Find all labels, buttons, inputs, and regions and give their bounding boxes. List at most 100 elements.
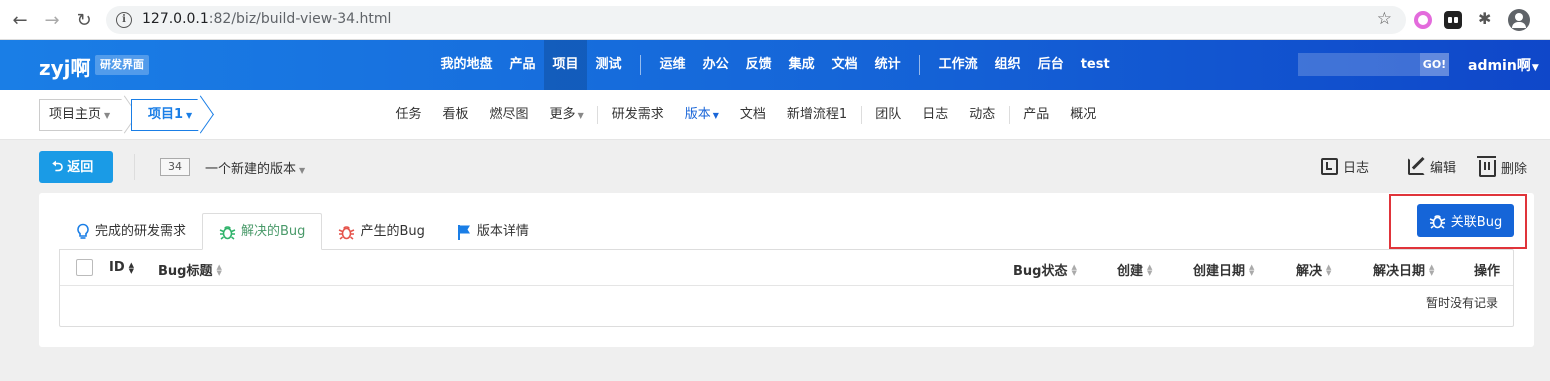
subnav-label: 新增流程1	[786, 107, 848, 122]
col-actions: 操作	[1474, 260, 1500, 279]
main-nav-item[interactable]: 组织	[986, 40, 1029, 90]
col-label: Bug状态	[1013, 264, 1068, 279]
subnav-item[interactable]: 概况	[1060, 90, 1107, 140]
breadcrumb-label: 项目主页	[49, 107, 102, 122]
subnav-item[interactable]: 团队	[865, 90, 912, 140]
bookmark-star-icon[interactable]: ☆	[1377, 9, 1392, 29]
header-search-input[interactable]	[1298, 53, 1420, 76]
subnav-label: 看板	[442, 107, 469, 122]
extension-circle-icon[interactable]	[1414, 11, 1432, 29]
subnav-item[interactable]: 任务	[385, 90, 432, 140]
col-bug-status[interactable]: Bug状态 ▲ ▼	[1013, 260, 1077, 279]
subnav-item[interactable]: 更多 ▼	[539, 90, 594, 141]
sort-icon: ▲ ▼	[1071, 262, 1077, 277]
main-nav-item[interactable]: 测试	[587, 40, 630, 90]
tab-label: 产生的Bug	[360, 224, 425, 239]
caret-down-icon: ▼	[299, 166, 306, 175]
highlight-box	[1389, 194, 1527, 249]
breadcrumb-project[interactable]: 项目1 ▼	[131, 99, 201, 131]
info-icon[interactable]: i	[116, 12, 132, 28]
subnav-label: 更多	[549, 106, 576, 122]
subnav-item[interactable]: 看板	[432, 90, 479, 140]
tab-version-details[interactable]: 版本详情	[441, 213, 545, 250]
col-label: 创建日期	[1193, 264, 1246, 279]
main-nav-item[interactable]: 办公	[694, 40, 737, 90]
tab-label: 解决的Bug	[241, 224, 306, 239]
back-button[interactable]: ⮌ 返回	[39, 151, 113, 183]
subnav-label: 产品	[1023, 107, 1050, 122]
version-selector[interactable]: 一个新建的版本 ▼	[205, 158, 305, 177]
subnav-item[interactable]: 文档	[729, 90, 776, 140]
col-label: Bug标题	[158, 264, 213, 279]
url-host: 127.0.0.1	[142, 11, 209, 27]
main-nav-item[interactable]: test	[1072, 40, 1118, 90]
sort-icon: ▲ ▼	[1147, 262, 1153, 277]
subnav-label: 任务	[395, 107, 422, 122]
subnav-label: 文档	[739, 107, 766, 122]
col-resolved-date[interactable]: 解决日期 ▲ ▼	[1373, 260, 1434, 279]
delete-label: 删除	[1501, 161, 1528, 177]
col-label: 创建	[1117, 264, 1144, 279]
tab-created-bugs[interactable]: 产生的Bug	[322, 213, 440, 250]
user-menu[interactable]: admin啊▼	[1468, 55, 1539, 75]
subnav-item[interactable]: 动态	[959, 90, 1006, 140]
sort-icon: ▲ ▼	[1326, 262, 1332, 277]
reload-icon[interactable]: ↻	[72, 8, 96, 32]
col-created-by[interactable]: 创建 ▲ ▼	[1117, 260, 1152, 279]
user-name: admin啊	[1468, 58, 1531, 74]
main-nav-item[interactable]: 工作流	[930, 40, 986, 90]
col-created-date[interactable]: 创建日期 ▲ ▼	[1193, 260, 1254, 279]
main-nav-item[interactable]: 我的地盘	[432, 40, 501, 90]
main-nav-item[interactable]: 统计	[866, 40, 909, 90]
main-nav-item[interactable]: 反馈	[737, 40, 780, 90]
sub-nav-bar: 项目主页 ▼ 项目1 ▼ 任务 看板 燃尽图 更多 ▼ 研发需求 版本 ▼ 文档 新增流程1 团队 日志动…	[0, 90, 1550, 140]
log-icon	[1321, 158, 1338, 175]
extension-dark-icon[interactable]	[1444, 11, 1462, 29]
extensions-puzzle-icon[interactable]: ✱	[1478, 9, 1498, 29]
subnav-label: 动态	[969, 107, 996, 122]
header-search-go-button[interactable]: GO!	[1420, 53, 1449, 76]
divider	[134, 154, 135, 180]
col-id[interactable]: ID ▲ ▼	[109, 260, 134, 275]
subnav-item[interactable]: 新增流程1	[776, 90, 857, 140]
subnav-item[interactable]: 版本 ▼	[674, 90, 729, 141]
tab-completed-stories[interactable]: 完成的研发需求	[60, 213, 202, 250]
tab-resolved-bugs[interactable]: 解决的Bug	[202, 213, 323, 250]
main-nav-item[interactable]: 后台	[1029, 40, 1072, 90]
address-bar[interactable]: i 127.0.0.1:82/biz/build-view-34.html ☆	[106, 6, 1406, 34]
log-button[interactable]: 日志	[1321, 157, 1369, 176]
app-header: zyj啊 研发界面 我的地盘 产品 项目 测试 运维 办公 反馈 集成 文档 统计 工作流 组织 后台 t…	[0, 40, 1550, 90]
subnav-label: 版本	[684, 106, 711, 122]
edit-button[interactable]: 编辑	[1408, 157, 1456, 176]
col-resolved-by[interactable]: 解决 ▲ ▼	[1296, 260, 1331, 279]
main-nav-item[interactable]: 文档	[823, 40, 866, 90]
select-all-checkbox[interactable]	[76, 259, 93, 276]
subnav-label: 日志	[922, 107, 949, 122]
col-bug-title[interactable]: Bug标题 ▲ ▼	[158, 260, 222, 279]
breadcrumb-project-home[interactable]: 项目主页 ▼	[39, 99, 125, 131]
profile-avatar-icon[interactable]	[1508, 9, 1530, 31]
forward-arrow-icon[interactable]: →	[40, 8, 64, 32]
brand-name[interactable]: zyj啊	[39, 52, 91, 81]
main-nav-item[interactable]: 集成	[780, 40, 823, 90]
project-sub-nav: 任务 看板 燃尽图 更多 ▼ 研发需求 版本 ▼ 文档 新增流程1 团队 日志 动态 产品 概况	[385, 90, 1107, 140]
version-id-badge: 34	[160, 158, 190, 176]
delete-button[interactable]: 删除	[1477, 156, 1528, 177]
subnav-item[interactable]: 产品	[1013, 90, 1060, 140]
edit-icon	[1408, 158, 1425, 175]
subnav-item[interactable]: 燃尽图	[479, 90, 539, 140]
bug-icon	[219, 224, 236, 240]
main-nav-item[interactable]: 运维	[651, 40, 694, 90]
back-arrow-icon[interactable]: ←	[8, 8, 32, 32]
main-nav-item[interactable]: 项目	[544, 40, 588, 90]
subnav-item[interactable]: 研发需求	[601, 90, 674, 140]
caret-down-icon: ▼	[577, 110, 584, 120]
build-tabs: 完成的研发需求 解决的Bug 产生的Bug 版本详情	[60, 213, 545, 250]
tab-label: 版本详情	[476, 224, 529, 239]
main-nav-item[interactable]: 产品	[501, 40, 544, 90]
subnav-divider	[1008, 106, 1010, 124]
subnav-divider	[597, 106, 599, 124]
subnav-item[interactable]: 日志	[912, 90, 959, 140]
brand-badge[interactable]: 研发界面	[95, 55, 149, 75]
col-label: ID	[109, 260, 125, 275]
